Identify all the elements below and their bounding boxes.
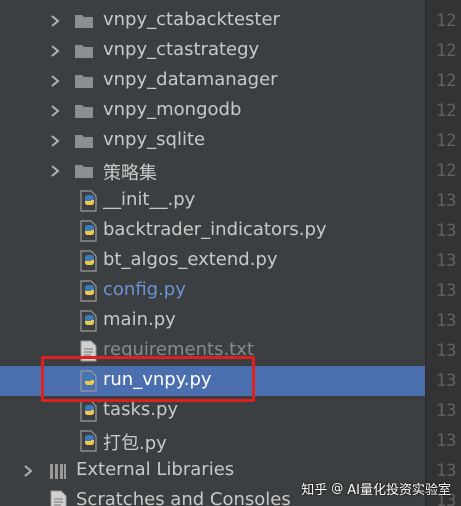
- tree-item-folder[interactable]: vnpy_ctastrategy: [0, 36, 425, 66]
- tree-item-python[interactable]: 打包.py: [0, 426, 425, 456]
- folder-icon: [73, 130, 95, 152]
- tree-item-python[interactable]: backtrader_indicators.py: [0, 216, 425, 246]
- tree-item-label: bt_algos_extend.py: [103, 249, 278, 270]
- tree-item-label: main.py: [103, 309, 176, 330]
- folder-icon: [73, 10, 95, 32]
- library-icon: [47, 460, 69, 482]
- line-number: 12: [436, 161, 457, 181]
- line-number: 13: [436, 191, 457, 211]
- line-number: 13: [436, 281, 457, 301]
- line-number: 13: [436, 221, 457, 241]
- tree-item-python[interactable]: __init__.py: [0, 186, 425, 216]
- line-number: 12: [436, 71, 457, 91]
- tree-item-label: backtrader_indicators.py: [103, 219, 327, 240]
- line-number: 12: [436, 131, 457, 151]
- tree-item-label: vnpy_ctabacktester: [103, 9, 280, 30]
- python-file-icon: [77, 280, 99, 302]
- tree-item-label: vnpy_sqlite: [103, 129, 206, 150]
- highlight-annotation-box: [41, 356, 255, 402]
- line-number: 13: [436, 401, 457, 421]
- tree-item-label: 打包.py: [103, 433, 167, 454]
- tree-item-python[interactable]: bt_algos_extend.py: [0, 246, 425, 276]
- tree-item-label: vnpy_mongodb: [103, 99, 242, 120]
- line-number: 13: [436, 371, 457, 391]
- chevron-right-icon[interactable]: [50, 74, 60, 88]
- tree-item-folder[interactable]: vnpy_ctabacktester: [0, 6, 425, 36]
- tree-item-python[interactable]: config.py: [0, 276, 425, 306]
- watermark-account: AI量化投资实验室: [347, 482, 451, 498]
- tree-item-label: Scratches and Consoles: [76, 489, 291, 506]
- tree-item-python[interactable]: main.py: [0, 306, 425, 336]
- line-number: 13: [436, 251, 457, 271]
- tree-item-label: vnpy_datamanager: [103, 69, 278, 90]
- tree-item-label: tasks.py: [103, 399, 179, 420]
- folder-icon: [73, 70, 95, 92]
- python-file-icon: [77, 310, 99, 332]
- watermark-platform: 知乎: [301, 482, 328, 498]
- tree-item-label: 策略集: [103, 163, 157, 184]
- project-tree-panel: vnpy_ctabacktester vnpy_ctastrategy vnpy_d…: [0, 0, 425, 506]
- watermark: 知乎 @ AI量化投资实验室: [301, 478, 451, 498]
- chevron-right-icon[interactable]: [50, 104, 60, 118]
- scratches-icon: [47, 490, 69, 506]
- line-number: 13: [436, 431, 457, 451]
- tree-item-label: config.py: [103, 279, 186, 300]
- chevron-right-icon[interactable]: [50, 134, 60, 148]
- tree-item-folder[interactable]: vnpy_sqlite: [0, 126, 425, 156]
- python-file-icon: [77, 250, 99, 272]
- line-number: 13: [436, 341, 457, 361]
- tree-item-folder[interactable]: 策略集: [0, 156, 425, 186]
- line-number: 12: [436, 11, 457, 31]
- folder-icon: [73, 100, 95, 122]
- chevron-right-icon[interactable]: [50, 14, 60, 28]
- python-file-icon: [77, 220, 99, 242]
- watermark-at: @: [331, 481, 344, 495]
- python-file-icon: [77, 430, 99, 452]
- line-number: 13: [436, 311, 457, 331]
- python-file-icon: [77, 400, 99, 422]
- tree-item-label: vnpy_ctastrategy: [103, 39, 260, 60]
- tree-item-label: __init__.py: [103, 189, 196, 210]
- line-number: 12: [436, 41, 457, 61]
- chevron-right-icon[interactable]: [50, 164, 60, 178]
- python-file-icon: [77, 190, 99, 212]
- chevron-right-icon[interactable]: [23, 464, 33, 478]
- tree-item-label: External Libraries: [76, 459, 235, 480]
- editor-gutter: 12 12 12 12 12 12 13 13 13 13 13 13 13 13 13 13 13: [425, 0, 461, 506]
- tree-item-folder[interactable]: vnpy_mongodb: [0, 96, 425, 126]
- chevron-right-icon[interactable]: [50, 44, 60, 58]
- line-number: 12: [436, 101, 457, 121]
- folder-icon: [73, 40, 95, 62]
- folder-icon: [73, 160, 95, 182]
- tree-item-folder[interactable]: vnpy_datamanager: [0, 66, 425, 96]
